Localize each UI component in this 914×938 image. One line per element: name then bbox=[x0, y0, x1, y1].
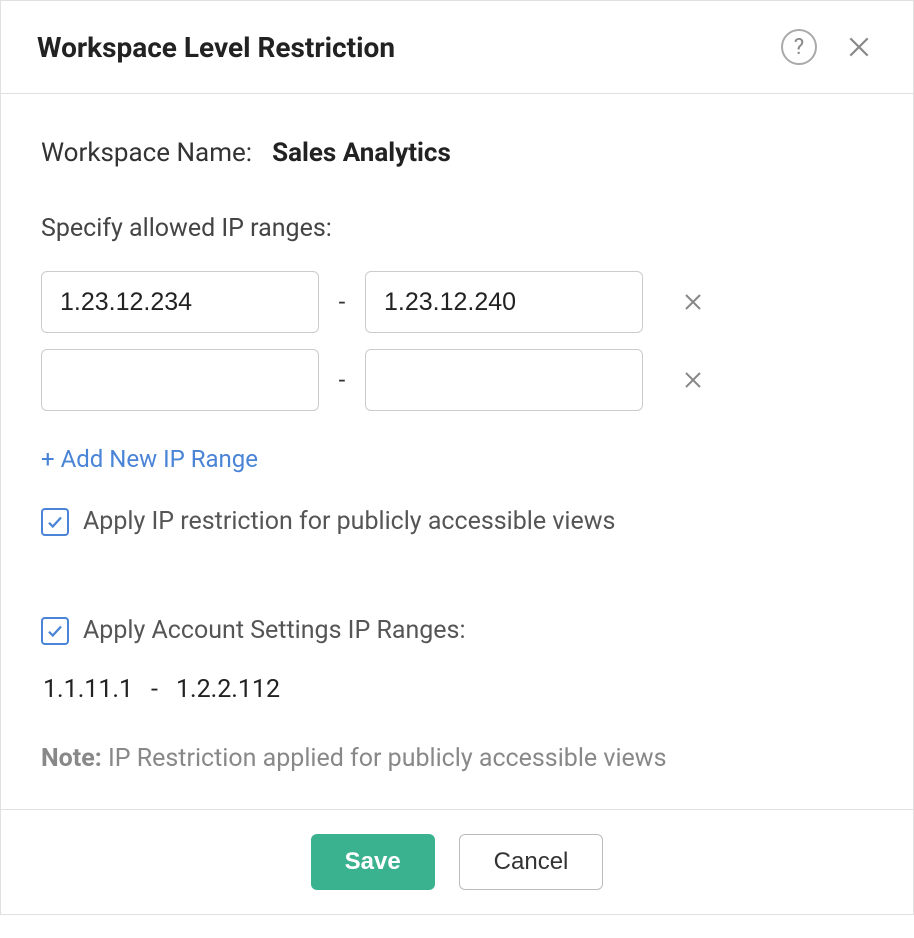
ip-ranges-label: Specify allowed IP ranges: bbox=[41, 214, 873, 243]
ip-range-dash: - bbox=[333, 288, 351, 316]
public-views-checkbox-label: Apply IP restriction for publicly access… bbox=[83, 507, 615, 536]
ip-range-dash: - bbox=[333, 366, 351, 394]
account-ranges-checkbox-row: Apply Account Settings IP Ranges: bbox=[41, 616, 873, 645]
close-icon[interactable] bbox=[841, 29, 877, 65]
dialog-header: Workspace Level Restriction ? bbox=[1, 1, 913, 94]
account-ranges-checkbox[interactable] bbox=[41, 617, 69, 645]
workspace-name-row: Workspace Name: Sales Analytics bbox=[41, 138, 873, 168]
workspace-restriction-dialog: Workspace Level Restriction ? Workspace … bbox=[0, 0, 914, 915]
public-views-checkbox[interactable] bbox=[41, 508, 69, 536]
dialog-body: Workspace Name: Sales Analytics Specify … bbox=[1, 94, 913, 809]
ip-from-input[interactable] bbox=[41, 349, 319, 411]
account-ip-dash: - bbox=[151, 675, 158, 704]
note-text: IP Restriction applied for publicly acce… bbox=[102, 744, 667, 773]
ip-range-row: - bbox=[41, 271, 873, 333]
cancel-button[interactable]: Cancel bbox=[459, 834, 604, 890]
remove-range-icon[interactable] bbox=[675, 362, 711, 398]
workspace-name-label: Workspace Name: bbox=[41, 138, 252, 168]
account-ip-from: 1.1.11.1 bbox=[43, 675, 133, 704]
save-button[interactable]: Save bbox=[311, 834, 435, 890]
workspace-name-value: Sales Analytics bbox=[272, 138, 451, 168]
help-icon[interactable]: ? bbox=[781, 29, 817, 65]
dialog-footer: Save Cancel bbox=[1, 809, 913, 914]
public-views-checkbox-row: Apply IP restriction for publicly access… bbox=[41, 507, 873, 536]
remove-range-icon[interactable] bbox=[675, 284, 711, 320]
ip-range-row: - bbox=[41, 349, 873, 411]
note-label: Note: bbox=[41, 744, 102, 773]
account-ip-to: 1.2.2.112 bbox=[176, 675, 280, 704]
account-ip-range: 1.1.11.1 - 1.2.2.112 bbox=[43, 675, 873, 704]
account-ranges-checkbox-label: Apply Account Settings IP Ranges: bbox=[83, 616, 466, 645]
help-icon-glyph: ? bbox=[794, 35, 804, 60]
note-row: Note: IP Restriction applied for publicl… bbox=[41, 744, 873, 773]
add-ip-range-link[interactable]: + Add New IP Range bbox=[41, 445, 258, 473]
ip-to-input[interactable] bbox=[365, 271, 643, 333]
ip-from-input[interactable] bbox=[41, 271, 319, 333]
dialog-title: Workspace Level Restriction bbox=[37, 31, 395, 64]
ip-to-input[interactable] bbox=[365, 349, 643, 411]
header-actions: ? bbox=[781, 29, 877, 65]
